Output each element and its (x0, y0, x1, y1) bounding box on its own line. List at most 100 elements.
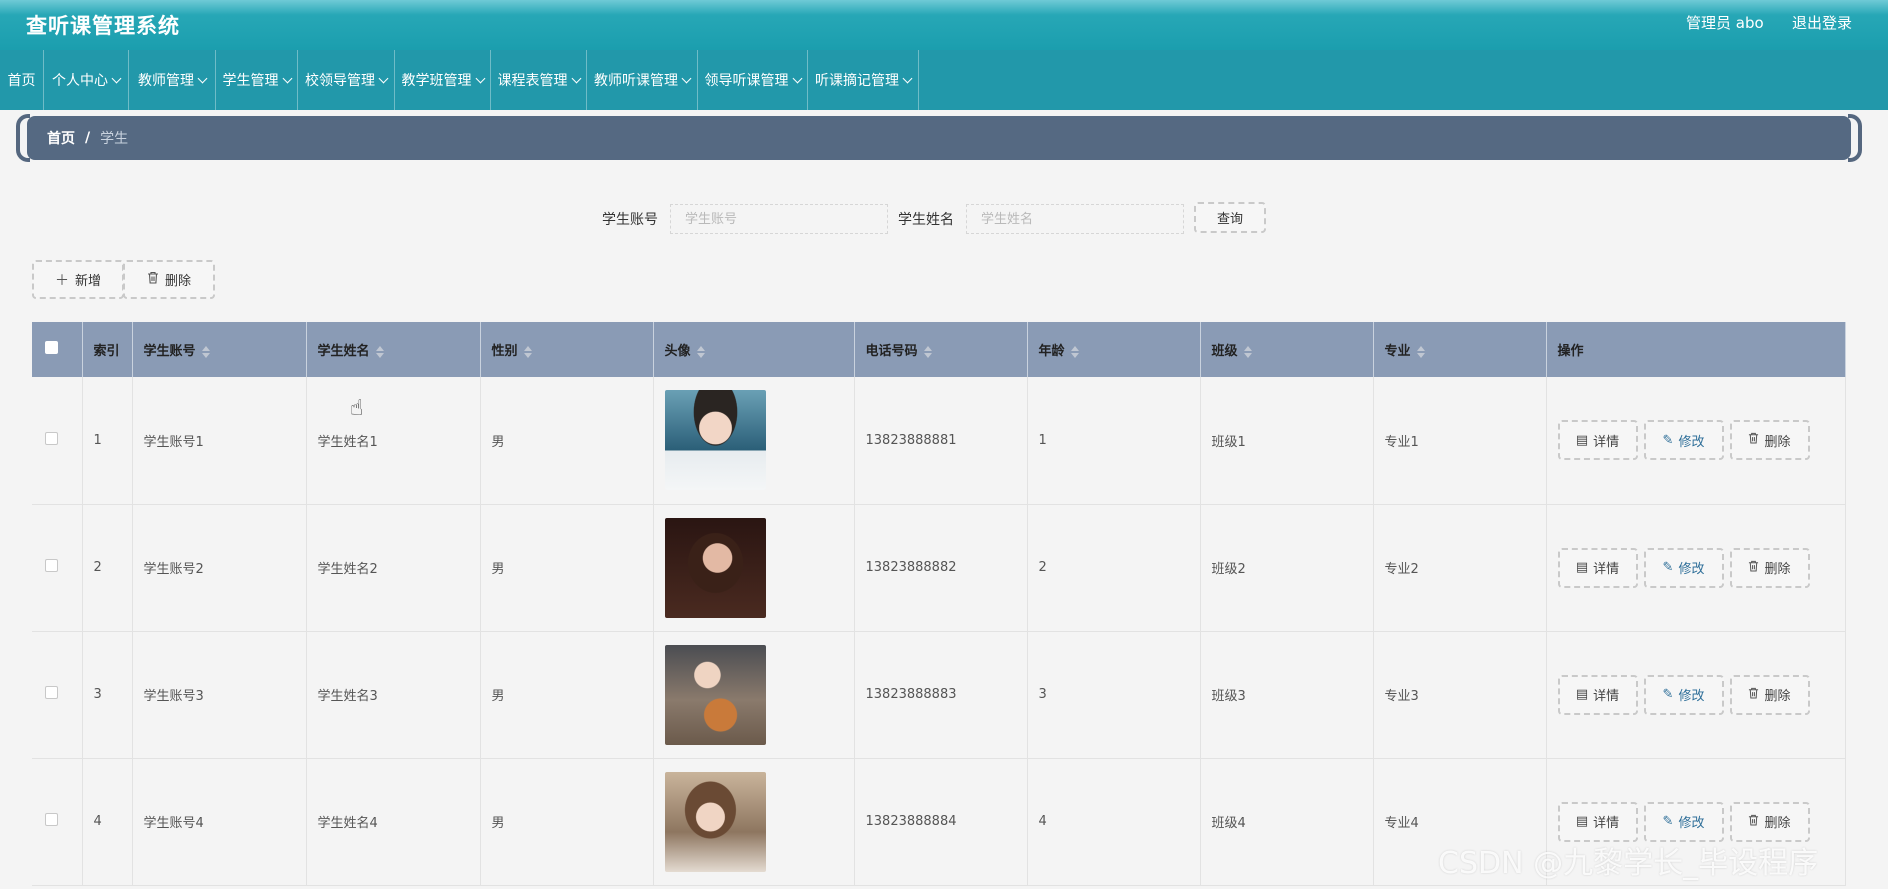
sort-icon[interactable] (923, 345, 932, 358)
nav-item-home[interactable]: 首页 (0, 50, 44, 110)
column-header-phone[interactable]: 电话号码 (854, 322, 1028, 377)
nav-item-label: 首页 (7, 73, 36, 89)
column-header-avatar[interactable]: 头像 (653, 322, 855, 377)
chevron-down-icon (681, 73, 692, 83)
cell-name: 学生姓名3 (306, 631, 481, 758)
row-checkbox[interactable] (45, 431, 58, 445)
sort-icon[interactable] (375, 345, 384, 358)
nav-item-schedule-management[interactable]: 课程表管理 (491, 50, 587, 110)
cell-gender: 男 (480, 377, 654, 504)
row-delete-button-label: 删除 (1764, 689, 1791, 704)
column-header-actions: 操作 (1546, 322, 1846, 377)
column-header-class[interactable]: 班级 (1200, 322, 1374, 377)
cell-index: 4 (82, 758, 133, 885)
batch-delete-button[interactable]: 删除 (123, 260, 215, 299)
document-icon: ▤ (1575, 814, 1589, 829)
avatar-image[interactable] (664, 390, 766, 491)
sort-icon[interactable] (201, 345, 210, 358)
column-header-major[interactable]: 专业 (1373, 322, 1547, 377)
column-header-name[interactable]: 学生姓名 (306, 322, 481, 377)
main-nav: 首页 个人中心 教师管理 学生管理 校领导管理 教学班管理 课程表管理 教师听课… (0, 50, 1888, 110)
cell-actions: ▤ 详情 ✎ 修改 删除 (1546, 631, 1846, 758)
nav-item-label: 教师管理 (138, 73, 194, 89)
sort-icon[interactable] (696, 345, 705, 358)
cell-actions: ▤ 详情 ✎ 修改 删除 (1546, 504, 1846, 631)
row-delete-button[interactable]: 删除 (1729, 674, 1810, 715)
trash-icon (1748, 814, 1759, 830)
query-button[interactable]: 查询 (1194, 202, 1266, 233)
edit-button[interactable]: ✎ 修改 (1643, 547, 1724, 588)
plus-icon: ＋ (54, 272, 69, 289)
row-checkbox[interactable] (45, 813, 58, 826)
pencil-icon: ✎ (1662, 432, 1674, 448)
detail-button-label: 详情 (1593, 689, 1620, 704)
nav-item-leader-lecture-management[interactable]: 领导听课管理 (698, 50, 808, 110)
avatar-image[interactable] (664, 771, 766, 872)
detail-button[interactable]: ▤ 详情 (1557, 801, 1638, 842)
avatar-image[interactable] (664, 644, 766, 745)
cell-name: 学生姓名2 (306, 504, 481, 631)
detail-button[interactable]: ▤ 详情 (1557, 674, 1638, 715)
detail-button[interactable]: ▤ 详情 (1557, 547, 1638, 588)
edit-button-label: 修改 (1678, 816, 1705, 831)
sort-icon[interactable] (1070, 345, 1079, 358)
cell-phone: 13823888881 (854, 377, 1028, 504)
cell-age: 2 (1027, 504, 1201, 631)
row-delete-button[interactable]: 删除 (1729, 801, 1810, 842)
nav-item-leader-management[interactable]: 校领导管理 (298, 50, 395, 110)
nav-item-personal-center[interactable]: 个人中心 (44, 50, 129, 110)
nav-item-teacher-lecture-management[interactable]: 教师听课管理 (587, 50, 698, 110)
name-search-input[interactable] (966, 204, 1184, 234)
row-checkbox[interactable] (45, 686, 58, 699)
row-delete-button[interactable]: 删除 (1729, 420, 1810, 461)
nav-item-label: 听课摘记管理 (815, 73, 899, 89)
sort-icon[interactable] (523, 345, 532, 358)
edit-button[interactable]: ✎ 修改 (1643, 801, 1724, 842)
row-select-cell (32, 377, 83, 504)
breadcrumb-bracket-right (1848, 114, 1862, 162)
nav-item-teacher-management[interactable]: 教师管理 (129, 50, 216, 110)
chevron-down-icon (792, 73, 802, 83)
cell-phone: 13823888882 (854, 504, 1028, 631)
table-row: 1 学生账号1 学生姓名1 男 13823888881 1 班级1 专业1 ▤ 详情 ✎ 修改 删除 (32, 377, 1846, 504)
sort-icon[interactable] (1416, 345, 1425, 358)
avatar-image[interactable] (664, 517, 766, 618)
cell-avatar (653, 377, 855, 504)
cell-phone: 13823888884 (854, 758, 1028, 885)
cell-avatar (653, 758, 855, 885)
column-header-gender[interactable]: 性别 (480, 322, 654, 377)
detail-button[interactable]: ▤ 详情 (1557, 420, 1638, 461)
column-header-account[interactable]: 学生账号 (132, 322, 307, 377)
name-search-label: 学生姓名 (898, 212, 954, 228)
delete-button-label: 删除 (164, 274, 191, 289)
nav-item-class-management[interactable]: 教学班管理 (395, 50, 491, 110)
account-search-input[interactable] (670, 204, 888, 234)
pencil-icon: ✎ (1662, 687, 1674, 702)
add-button[interactable]: ＋ 新增 (32, 260, 124, 299)
select-all-checkbox[interactable] (45, 341, 58, 354)
nav-item-student-management[interactable]: 学生管理 (216, 50, 298, 110)
nav-item-label: 教学班管理 (401, 73, 472, 89)
edit-button[interactable]: ✎ 修改 (1643, 420, 1724, 461)
hand-cursor-icon: ☝ (350, 396, 364, 421)
edit-button[interactable]: ✎ 修改 (1643, 674, 1724, 715)
row-delete-button[interactable]: 删除 (1729, 547, 1810, 588)
row-delete-button-label: 删除 (1764, 816, 1791, 831)
logout-link[interactable]: 退出登录 (1792, 12, 1852, 33)
current-user: 管理员 abo (1686, 14, 1764, 32)
row-select-cell (32, 504, 83, 631)
column-header-age[interactable]: 年龄 (1027, 322, 1201, 377)
sort-icon[interactable] (1243, 345, 1252, 358)
cell-avatar (653, 631, 855, 758)
account-search-label: 学生账号 (602, 212, 658, 228)
cell-age: 3 (1027, 631, 1201, 758)
chevron-down-icon (571, 73, 581, 83)
add-button-label: 新增 (74, 274, 101, 289)
document-icon: ▤ (1575, 687, 1589, 702)
breadcrumb-home[interactable]: 首页 (47, 128, 75, 148)
cell-account: 学生账号1 (132, 377, 307, 504)
nav-item-lecture-notes-management[interactable]: 听课摘记管理 (808, 50, 919, 110)
table-row: 2 学生账号2 学生姓名2 男 13823888882 2 班级2 专业2 ▤ 详情 ✎ 修改 删除 (32, 504, 1846, 631)
pencil-icon: ✎ (1662, 560, 1674, 575)
row-checkbox[interactable] (45, 559, 58, 572)
